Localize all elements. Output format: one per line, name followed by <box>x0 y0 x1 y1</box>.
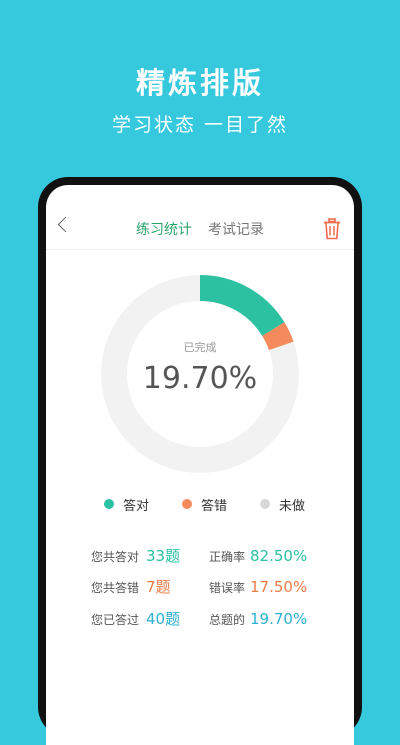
stat-label-error-rate: 错误率 <box>209 581 246 595</box>
donut-center-label: 已完成 <box>184 340 217 354</box>
app-screen: 练习统计 考试记录 已完成 19.70% 答对 答错 未做 您共答对 33题 正… <box>46 185 354 745</box>
stat-label-total: 总题的 <box>209 613 246 627</box>
stat-value-error-rate: 17.50% <box>250 578 308 596</box>
legend-label-wrong: 答错 <box>201 498 228 514</box>
legend-dot-correct <box>104 499 114 509</box>
stat-value-accuracy: 82.50% <box>250 547 308 565</box>
promo-title: 精炼排版 <box>135 66 264 100</box>
stat-label-accuracy: 正确率 <box>209 550 246 564</box>
tab-practice-stats[interactable]: 练习统计 <box>136 222 192 238</box>
stat-label-answered: 您已答过 <box>91 613 140 627</box>
completion-donut-chart: 已完成 19.70% <box>101 275 299 473</box>
legend-undone: 未做 <box>260 496 306 514</box>
legend-dot-wrong <box>182 499 192 509</box>
promo-subtitle: 学习状态 一目了然 <box>111 114 289 136</box>
donut-center-value: 19.70% <box>143 361 257 396</box>
stat-value-answered: 40题 <box>146 610 181 628</box>
chevron-left-icon[interactable] <box>57 216 74 233</box>
stat-label-correct: 您共答对 <box>91 550 140 564</box>
stat-value-wrong: 7题 <box>146 578 171 596</box>
stat-label-wrong: 您共答错 <box>91 581 140 595</box>
legend-label-correct: 答对 <box>123 498 150 514</box>
tab-exam-records[interactable]: 考试记录 <box>208 222 264 238</box>
legend-wrong: 答错 <box>182 496 228 514</box>
phone-frame: 练习统计 考试记录 已完成 19.70% 答对 答错 未做 您共答对 33题 正… <box>38 177 362 745</box>
donut-segment-correct <box>199 275 285 337</box>
legend-label-undone: 未做 <box>279 498 306 514</box>
legend-dot-undone <box>260 499 270 509</box>
stat-value-total: 19.70% <box>250 610 308 628</box>
stat-value-correct: 33题 <box>146 547 181 565</box>
donut-segment-wrong <box>262 322 294 351</box>
trash-icon[interactable] <box>323 218 341 240</box>
legend-correct: 答对 <box>104 496 150 514</box>
top-nav-bar: 练习统计 考试记录 <box>46 185 354 250</box>
